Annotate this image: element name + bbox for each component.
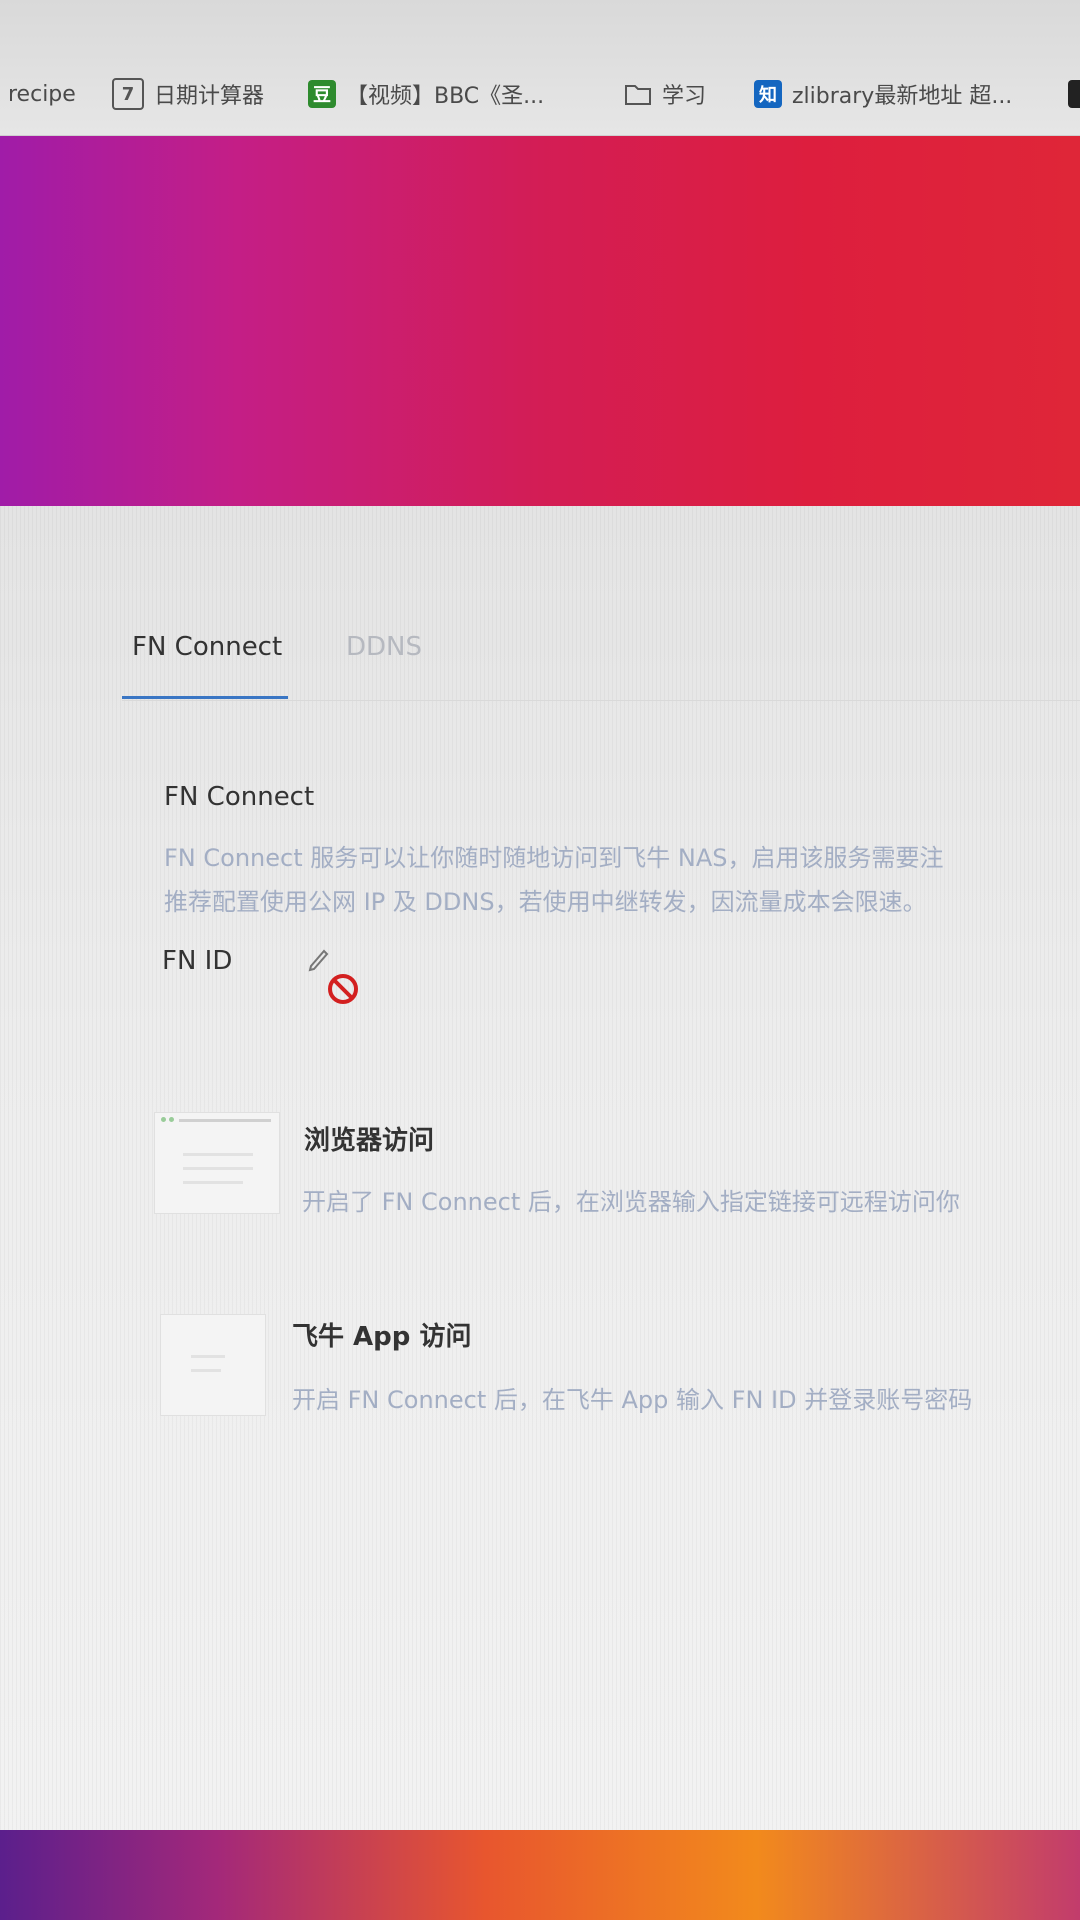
bookmark-label: 学习 [662,84,707,109]
section-title: FN Connect [164,782,315,812]
douban-icon: 豆 [308,80,336,108]
fn-id-label: FN ID [162,946,233,976]
bookmarks-overflow[interactable] [1068,72,1080,116]
placeholder-line [191,1355,225,1358]
bookmark-label: zlibrary最新地址 超... [792,84,1013,109]
more-icon [1068,80,1080,108]
address-bar-line [179,1119,271,1122]
browser-access-title: 浏览器访问 [304,1126,435,1156]
bookmark-label: 【视频】BBC《圣... [346,84,545,109]
browser-access-thumbnail [154,1112,280,1214]
tab-divider [122,700,1080,701]
tab-fn-connect[interactable]: FN Connect [132,632,282,662]
bookmark-label: 日期计算器 [154,84,265,109]
bookmark-label: recipe [8,81,76,107]
placeholder-line [183,1181,243,1184]
bookmark-bbc-video[interactable]: 豆 【视频】BBC《圣... [308,72,544,116]
app-access-title: 飞牛 App 访问 [292,1322,472,1352]
folder-icon [624,80,652,108]
app-access-thumbnail [160,1314,266,1416]
active-tab-indicator [122,696,288,699]
placeholder-line [191,1369,221,1372]
zhihu-icon: 知 [754,80,782,108]
app-access-description: 开启 FN Connect 后，在飞牛 App 输入 FN ID 并登录账号密码 [292,1386,973,1414]
window-dot [161,1117,166,1122]
pencil-icon[interactable] [306,946,332,972]
no-entry-icon [328,974,358,1004]
bookmark-folder-study[interactable]: 学习 [624,72,706,116]
section-description-line2: 推荐配置使用公网 IP 及 DDNS，若使用中继转发，因流量成本会限速。 [164,888,927,916]
desktop-wallpaper [0,1830,1080,1920]
bookmark-recipe[interactable]: recipe [8,72,76,116]
tab-ddns[interactable]: DDNS [346,632,422,662]
bookmarks-bar: recipe 7 日期计算器 豆 【视频】BBC《圣... 学习 知 zlibr… [0,0,1080,136]
bookmark-zlibrary[interactable]: 知 zlibrary最新地址 超... [754,72,1012,116]
placeholder-line [183,1153,253,1156]
settings-panel: FN Connect DDNS FN Connect FN Connect 服务… [0,506,1080,1830]
placeholder-line [183,1167,253,1170]
calendar-icon: 7 [112,78,144,110]
section-description-line1: FN Connect 服务可以让你随时随地访问到飞牛 NAS，启用该服务需要注 [164,844,944,872]
bookmark-date-calculator[interactable]: 7 日期计算器 [112,72,264,116]
window-dot [169,1117,174,1122]
browser-access-description: 开启了 FN Connect 后，在浏览器输入指定链接可远程访问你 [302,1188,960,1216]
tab-bar: FN Connect DDNS [0,506,1080,702]
header-banner [0,136,1080,506]
